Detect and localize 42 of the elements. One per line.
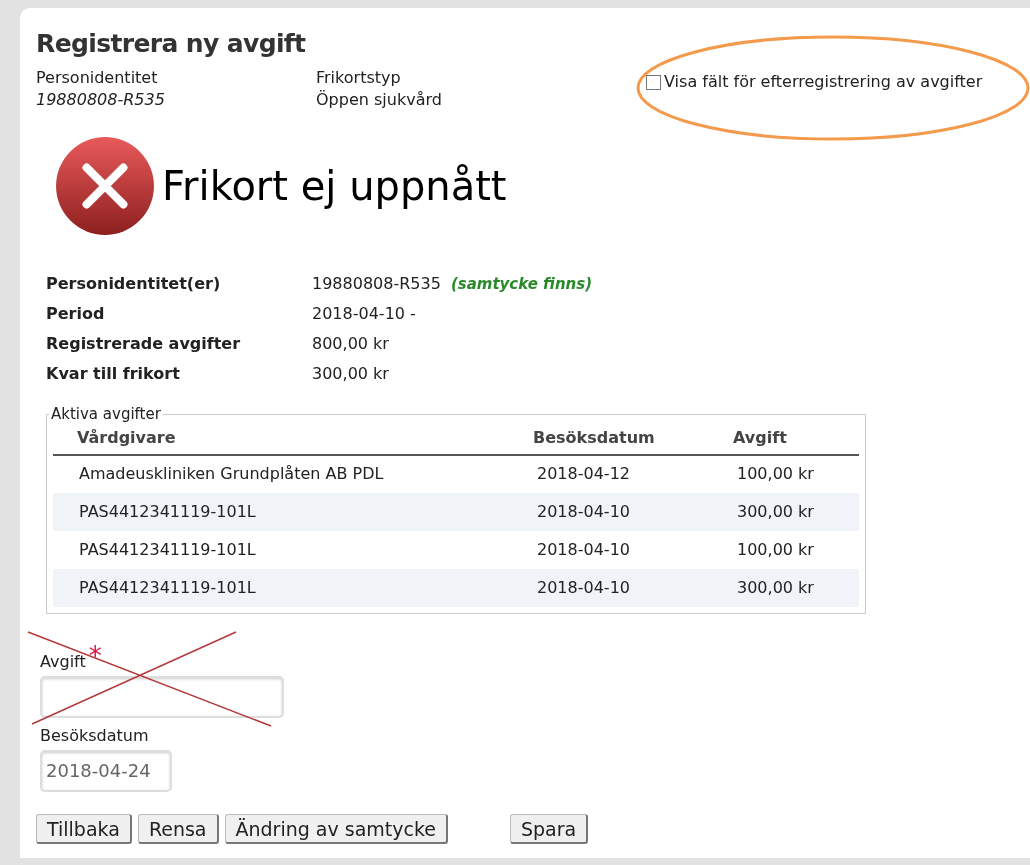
table-cell: 300,00 kr	[733, 568, 859, 607]
page-title: Registrera ny avgift	[36, 28, 307, 60]
summary-value: 2018-04-10 -	[312, 303, 416, 326]
table-cell: 2018-04-10	[533, 492, 733, 531]
table-cell: 2018-04-12	[533, 454, 733, 493]
table-cell: Amadeuskliniken Grundplåten AB PDL	[53, 454, 533, 493]
column-header: Besöksdatum	[533, 425, 733, 455]
field-value: Öppen sjukvård	[316, 89, 443, 112]
table-cell: PAS4412341119-101L	[53, 568, 533, 607]
field-label: Besöksdatum	[40, 724, 149, 747]
action-button[interactable]: Ändring av samtycke	[224, 813, 448, 844]
summary-value: 300,00 kr	[312, 363, 389, 386]
status-message: Frikort ej uppnått	[162, 162, 507, 212]
consent-note: (samtycke finns)	[450, 274, 593, 296]
action-button[interactable]: Spara	[509, 813, 589, 844]
field-label: Frikortstyp	[316, 67, 402, 90]
summary-label: Registrerade avgifter	[46, 333, 242, 356]
summary-value: 800,00 kr	[312, 333, 389, 356]
table-cell: 100,00 kr	[733, 454, 859, 493]
field-value: 19880808-R535	[36, 89, 166, 112]
error-icon	[54, 135, 156, 238]
input-field[interactable]	[40, 675, 284, 718]
input-field[interactable]: 2018-04-24	[40, 749, 172, 792]
summary-label: Period	[46, 303, 106, 326]
summary-label: Personidentitet(er)	[46, 273, 222, 296]
required-asterisk: *	[88, 645, 102, 666]
late-registration-checkbox[interactable]: Visa fält för efterregistrering av avgifter	[646, 71, 983, 94]
field-label: Avgift	[40, 650, 86, 673]
table-cell: PAS4412341119-101L	[53, 492, 533, 531]
action-button[interactable]: Rensa	[137, 813, 219, 844]
group-legend: Aktiva avgifter	[49, 403, 163, 426]
table-cell: 2018-04-10	[533, 568, 733, 607]
column-header: Avgift	[733, 425, 859, 455]
summary-label: Kvar till frikort	[46, 363, 181, 386]
column-header: Vårdgivare	[53, 425, 533, 455]
field-label: Personidentitet	[36, 67, 159, 90]
action-button[interactable]: Tillbaka	[36, 813, 132, 844]
table-cell: 300,00 kr	[733, 492, 859, 531]
summary-value: 19880808-R535	[312, 273, 441, 296]
table-cell: PAS4412341119-101L	[53, 530, 533, 569]
table-cell: 100,00 kr	[733, 530, 859, 569]
table-cell: 2018-04-10	[533, 530, 733, 569]
